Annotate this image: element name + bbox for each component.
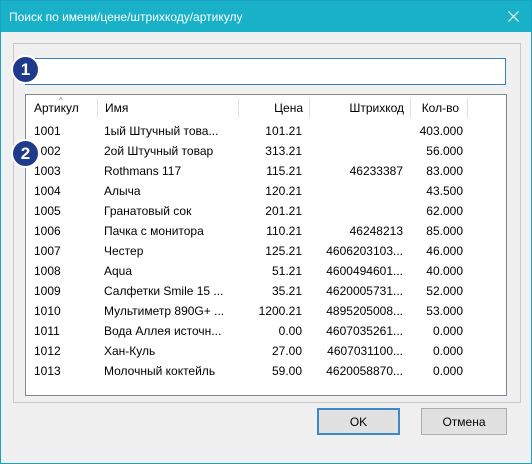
cell-quantity: 62.000 [426,204,463,218]
column-header-article[interactable]: Артикул [28,95,98,121]
cell-price: 201.21 [265,204,302,218]
close-button[interactable] [495,1,531,32]
cell-barcode: 4606203103... [326,244,403,258]
cell-article: 1008 [34,264,61,278]
cancel-button[interactable]: Отмена [421,408,507,435]
search-dialog: Поиск по имени/цене/штрихкоду/артикулу ^… [0,0,532,464]
cell-article: 1012 [34,344,61,358]
cell-name: Алыча [104,184,141,198]
cell-price: 120.21 [265,184,302,198]
column-header-name[interactable]: Имя [99,95,239,121]
table-row[interactable]: 1011 Вода Аллея источн... 0.00 4607035261..… [26,321,506,341]
cell-price: 1200.21 [258,304,302,318]
table-header: ^ Артикул Имя Цена Штрихкод Кол-во [26,95,506,121]
cell-article: 1009 [34,284,61,298]
cell-price: 0.00 [278,324,302,338]
cell-barcode [310,201,403,221]
cell-quantity: 46.000 [426,244,463,258]
search-input[interactable] [25,58,506,85]
close-icon [507,11,519,22]
cell-price: 101.21 [265,124,302,138]
cell-quantity: 53.000 [426,304,463,318]
cell-article: 1001 [34,124,61,138]
cell-barcode: 4607031100... [327,344,403,358]
table-row[interactable]: 1001 1ый Штучный това... 101.21 403.000 [26,121,506,141]
cell-name: Молочный коктейль [104,364,216,378]
cell-price: 125.21 [265,244,302,258]
cell-price: 35.21 [271,284,302,298]
cell-name: Пачка с монитора [104,224,204,238]
cell-price: 51.21 [271,264,302,278]
cell-barcode: 4607035261... [326,324,403,338]
window-title: Поиск по имени/цене/штрихкоду/артикулу [9,10,243,24]
cell-quantity: 83.000 [426,164,463,178]
cell-price: 313.21 [265,144,302,158]
annotation-badge-1: 1 [11,55,40,84]
cell-article: 1003 [34,164,61,178]
column-header-price[interactable]: Цена [239,95,309,121]
cell-price: 59.00 [271,364,302,378]
table-row[interactable]: 1010 Мультиметр 890G+ ... 1200.21 489520500… [26,301,506,321]
cell-name: Мультиметр 890G+ ... [104,304,225,318]
table-row[interactable]: 1013 Молочный коктейль 59.00 4620058870... 0… [26,361,506,381]
cell-quantity: 85.000 [426,224,463,238]
title-bar[interactable]: Поиск по имени/цене/штрихкоду/артикулу [1,1,531,32]
cell-barcode: 4620058870... [326,364,403,378]
table-row[interactable]: 1007 Честер 125.21 4606203103... 46.000 [26,241,506,261]
cell-article: 1010 [34,304,61,318]
table-row[interactable]: 1005 Гранатовый сок 201.21 62.000 [26,201,506,221]
cell-quantity: 52.000 [426,284,463,298]
results-table[interactable]: ^ Артикул Имя Цена Штрихкод Кол-во 1001 1… [25,94,507,396]
table-row[interactable]: 1004 Алыча 120.21 43.500 [26,181,506,201]
cell-name: 2ой Штучный товар [104,144,214,158]
cell-barcode: 46248213 [349,224,403,238]
cell-barcode [310,181,403,201]
cell-name: Гранатовый сок [104,204,192,218]
table-row[interactable]: 1012 Хан-Куль 27.00 4607031100... 0.000 [26,341,506,361]
cell-quantity: 403.000 [419,124,463,138]
cell-name: Салфетки Smile 15 ... [104,284,224,298]
cell-barcode: 4620005731... [326,284,403,298]
cell-quantity: 0.000 [432,364,463,378]
table-row[interactable]: 1008 Aqua 51.21 4600494601... 40.000 [26,261,506,281]
table-row[interactable]: 1009 Салфетки Smile 15 ... 35.21 4620005731… [26,281,506,301]
cell-quantity: 0.000 [432,344,463,358]
cell-price: 27.00 [271,344,302,358]
cell-price: 110.21 [266,224,302,238]
cell-article: 1002 [34,144,61,158]
cell-barcode: 46233387 [349,164,403,178]
cell-barcode: 4895205008... [326,304,403,318]
cell-article: 1005 [34,204,61,218]
cell-barcode [310,141,403,161]
cell-quantity: 0.000 [432,324,463,338]
table-row[interactable]: 1003 Rothmans 117 115.21 46233387 83.000 [26,161,506,181]
cell-quantity: 56.000 [426,144,463,158]
cell-name: Хан-Куль [104,344,156,358]
cell-name: Rothmans 117 [104,164,182,178]
cell-article: 1004 [34,184,61,198]
cell-article: 1006 [34,224,61,238]
cell-article: 1007 [34,244,61,258]
cell-name: Aqua [104,264,133,278]
cell-quantity: 43.500 [426,184,463,198]
annotation-badge-2: 2 [11,139,40,168]
column-divider[interactable] [97,98,98,118]
cell-name: Честер [104,244,144,258]
cell-name: Вода Аллея источн... [104,324,222,338]
cell-name: 1ый Штучный това... [104,124,219,138]
table-row[interactable]: 1002 2ой Штучный товар 313.21 56.000 [26,141,506,161]
column-divider[interactable] [467,98,468,118]
column-header-quantity[interactable]: Кол-во [411,95,465,121]
cell-price: 115.21 [266,164,302,178]
cell-article: 1011 [34,324,60,338]
cell-article: 1013 [34,364,61,378]
cell-barcode [310,121,403,141]
ok-button[interactable]: OK [317,408,400,435]
cell-quantity: 40.000 [426,264,463,278]
cell-barcode: 4600494601... [326,264,403,278]
column-header-barcode[interactable]: Штрихкод [310,95,410,121]
table-row[interactable]: 1006 Пачка с монитора 110.21 46248213 85.000 [26,221,506,241]
